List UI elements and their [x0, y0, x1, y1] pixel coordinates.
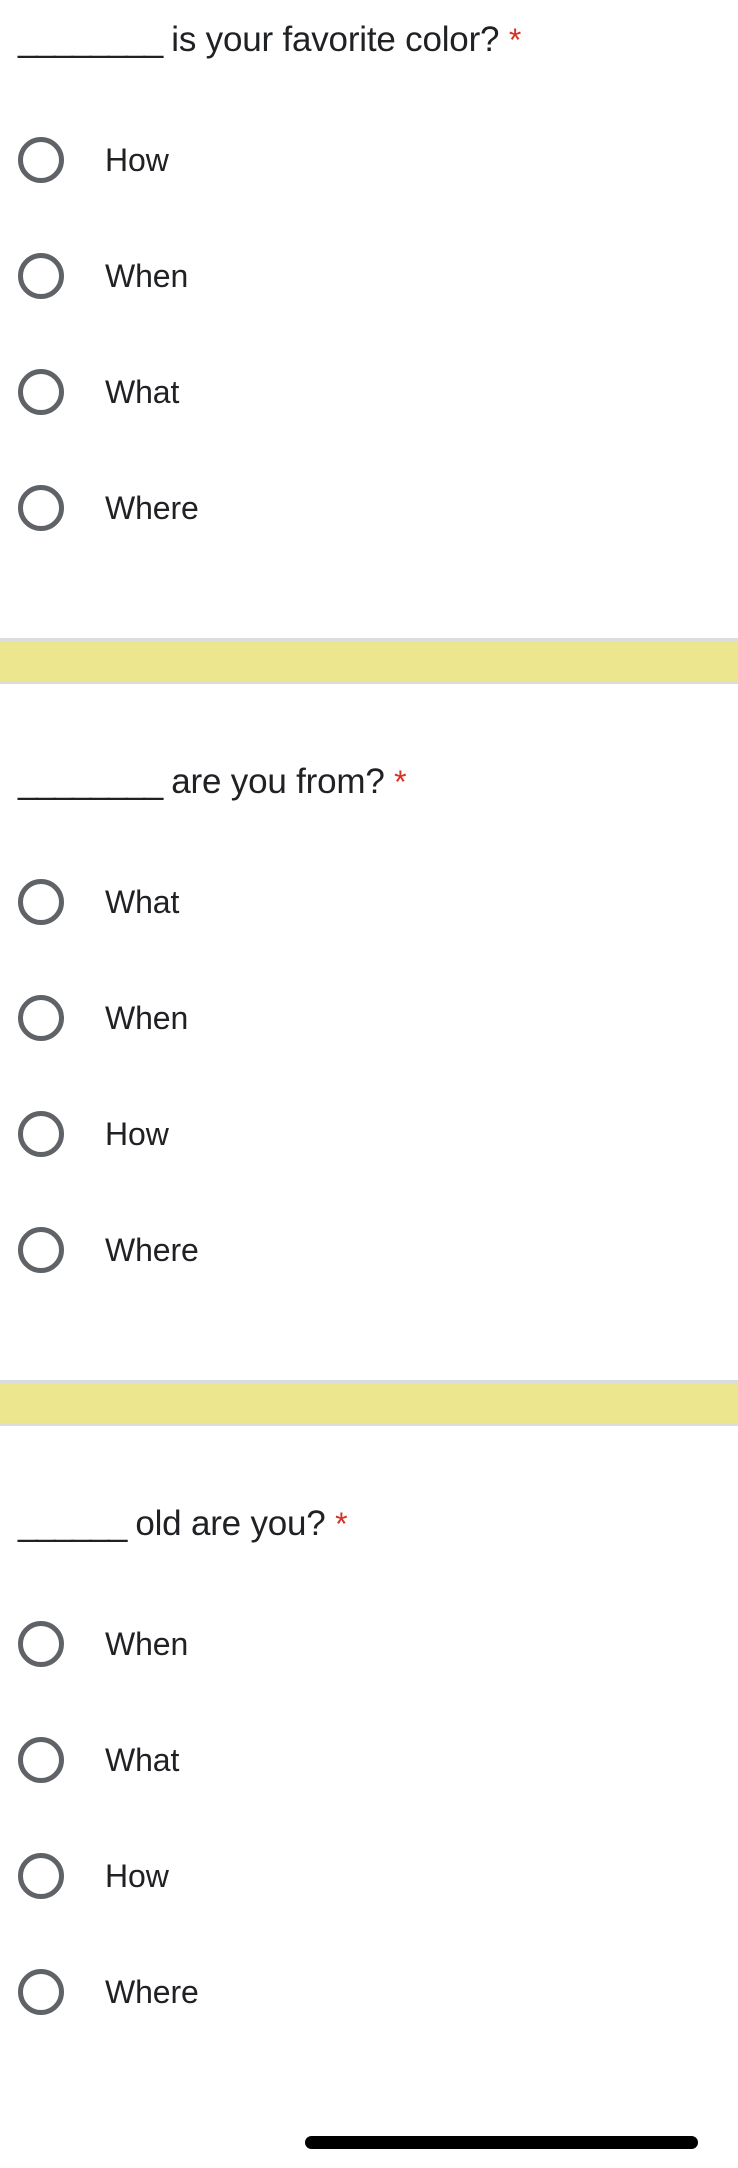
- radio-button-icon[interactable]: [18, 995, 64, 1041]
- option-label: How: [105, 1116, 169, 1152]
- question-blank-2: ________: [18, 762, 163, 801]
- home-indicator-handle[interactable]: [305, 2136, 698, 2149]
- question-title-1: ________ is your favorite color? *: [0, 18, 738, 62]
- option-row[interactable]: Where: [0, 450, 738, 566]
- radio-button-icon[interactable]: [18, 1853, 64, 1899]
- question-options-spacer-3: [0, 1546, 738, 1586]
- option-label: What: [105, 374, 180, 410]
- option-row[interactable]: How: [0, 1818, 738, 1934]
- option-label: Where: [105, 1232, 199, 1268]
- question-block-2: ________ are you from? * What When How W…: [0, 760, 738, 1308]
- divider-question-spacer-2: [0, 1426, 738, 1502]
- option-row[interactable]: When: [0, 218, 738, 334]
- option-row[interactable]: Where: [0, 1934, 738, 2050]
- required-asterisk-3: *: [335, 1506, 348, 1542]
- form-screen: ________ is your favorite color? * How W…: [0, 0, 738, 2168]
- option-label: When: [105, 258, 189, 294]
- option-list-1: How When What Where: [0, 102, 738, 566]
- system-navigation-bar: [0, 2128, 738, 2168]
- radio-button-icon[interactable]: [18, 253, 64, 299]
- radio-button-icon[interactable]: [18, 137, 64, 183]
- option-label: How: [105, 1858, 169, 1894]
- section-divider-2: [0, 1380, 738, 1426]
- question-text-1: is your favorite color?: [161, 20, 509, 59]
- option-row[interactable]: What: [0, 334, 738, 450]
- section-spacer-2: [0, 1308, 738, 1380]
- option-list-2: What When How Where: [0, 844, 738, 1308]
- question-title-3: ______ old are you? *: [0, 1502, 738, 1546]
- radio-button-icon[interactable]: [18, 1737, 64, 1783]
- radio-button-icon[interactable]: [18, 1227, 64, 1273]
- question-options-spacer-2: [0, 804, 738, 844]
- required-asterisk-2: *: [394, 764, 407, 800]
- option-row[interactable]: How: [0, 1076, 738, 1192]
- question-options-spacer-1: [0, 62, 738, 102]
- option-row[interactable]: Where: [0, 1192, 738, 1308]
- option-label: Where: [105, 490, 199, 526]
- radio-button-icon[interactable]: [18, 369, 64, 415]
- section-spacer-1: [0, 566, 738, 638]
- option-row[interactable]: How: [0, 102, 738, 218]
- radio-button-icon[interactable]: [18, 879, 64, 925]
- question-blank-1: ________: [18, 20, 163, 59]
- option-row[interactable]: When: [0, 960, 738, 1076]
- option-label: Where: [105, 1974, 199, 2010]
- option-list-3: When What How Where: [0, 1586, 738, 2050]
- question-block-1: ________ is your favorite color? * How W…: [0, 18, 738, 566]
- question-block-3: ______ old are you? * When What How Wher…: [0, 1502, 738, 2050]
- option-row[interactable]: What: [0, 1702, 738, 1818]
- option-label: When: [105, 1626, 189, 1662]
- question-title-2: ________ are you from? *: [0, 760, 738, 804]
- option-row[interactable]: What: [0, 844, 738, 960]
- radio-button-icon[interactable]: [18, 1111, 64, 1157]
- option-label: When: [105, 1000, 189, 1036]
- radio-button-icon[interactable]: [18, 1969, 64, 2015]
- top-spacer: [0, 0, 738, 18]
- radio-button-icon[interactable]: [18, 485, 64, 531]
- option-label: What: [105, 1742, 180, 1778]
- option-row[interactable]: When: [0, 1586, 738, 1702]
- option-label: What: [105, 884, 180, 920]
- question-blank-3: ______: [18, 1504, 127, 1543]
- required-asterisk-1: *: [508, 22, 522, 58]
- section-divider-1: [0, 638, 738, 684]
- radio-button-icon[interactable]: [18, 1621, 64, 1667]
- question-text-3: old are you?: [125, 1504, 336, 1543]
- divider-question-spacer-1: [0, 684, 738, 760]
- option-label: How: [105, 142, 169, 178]
- question-text-2: are you from?: [161, 762, 395, 801]
